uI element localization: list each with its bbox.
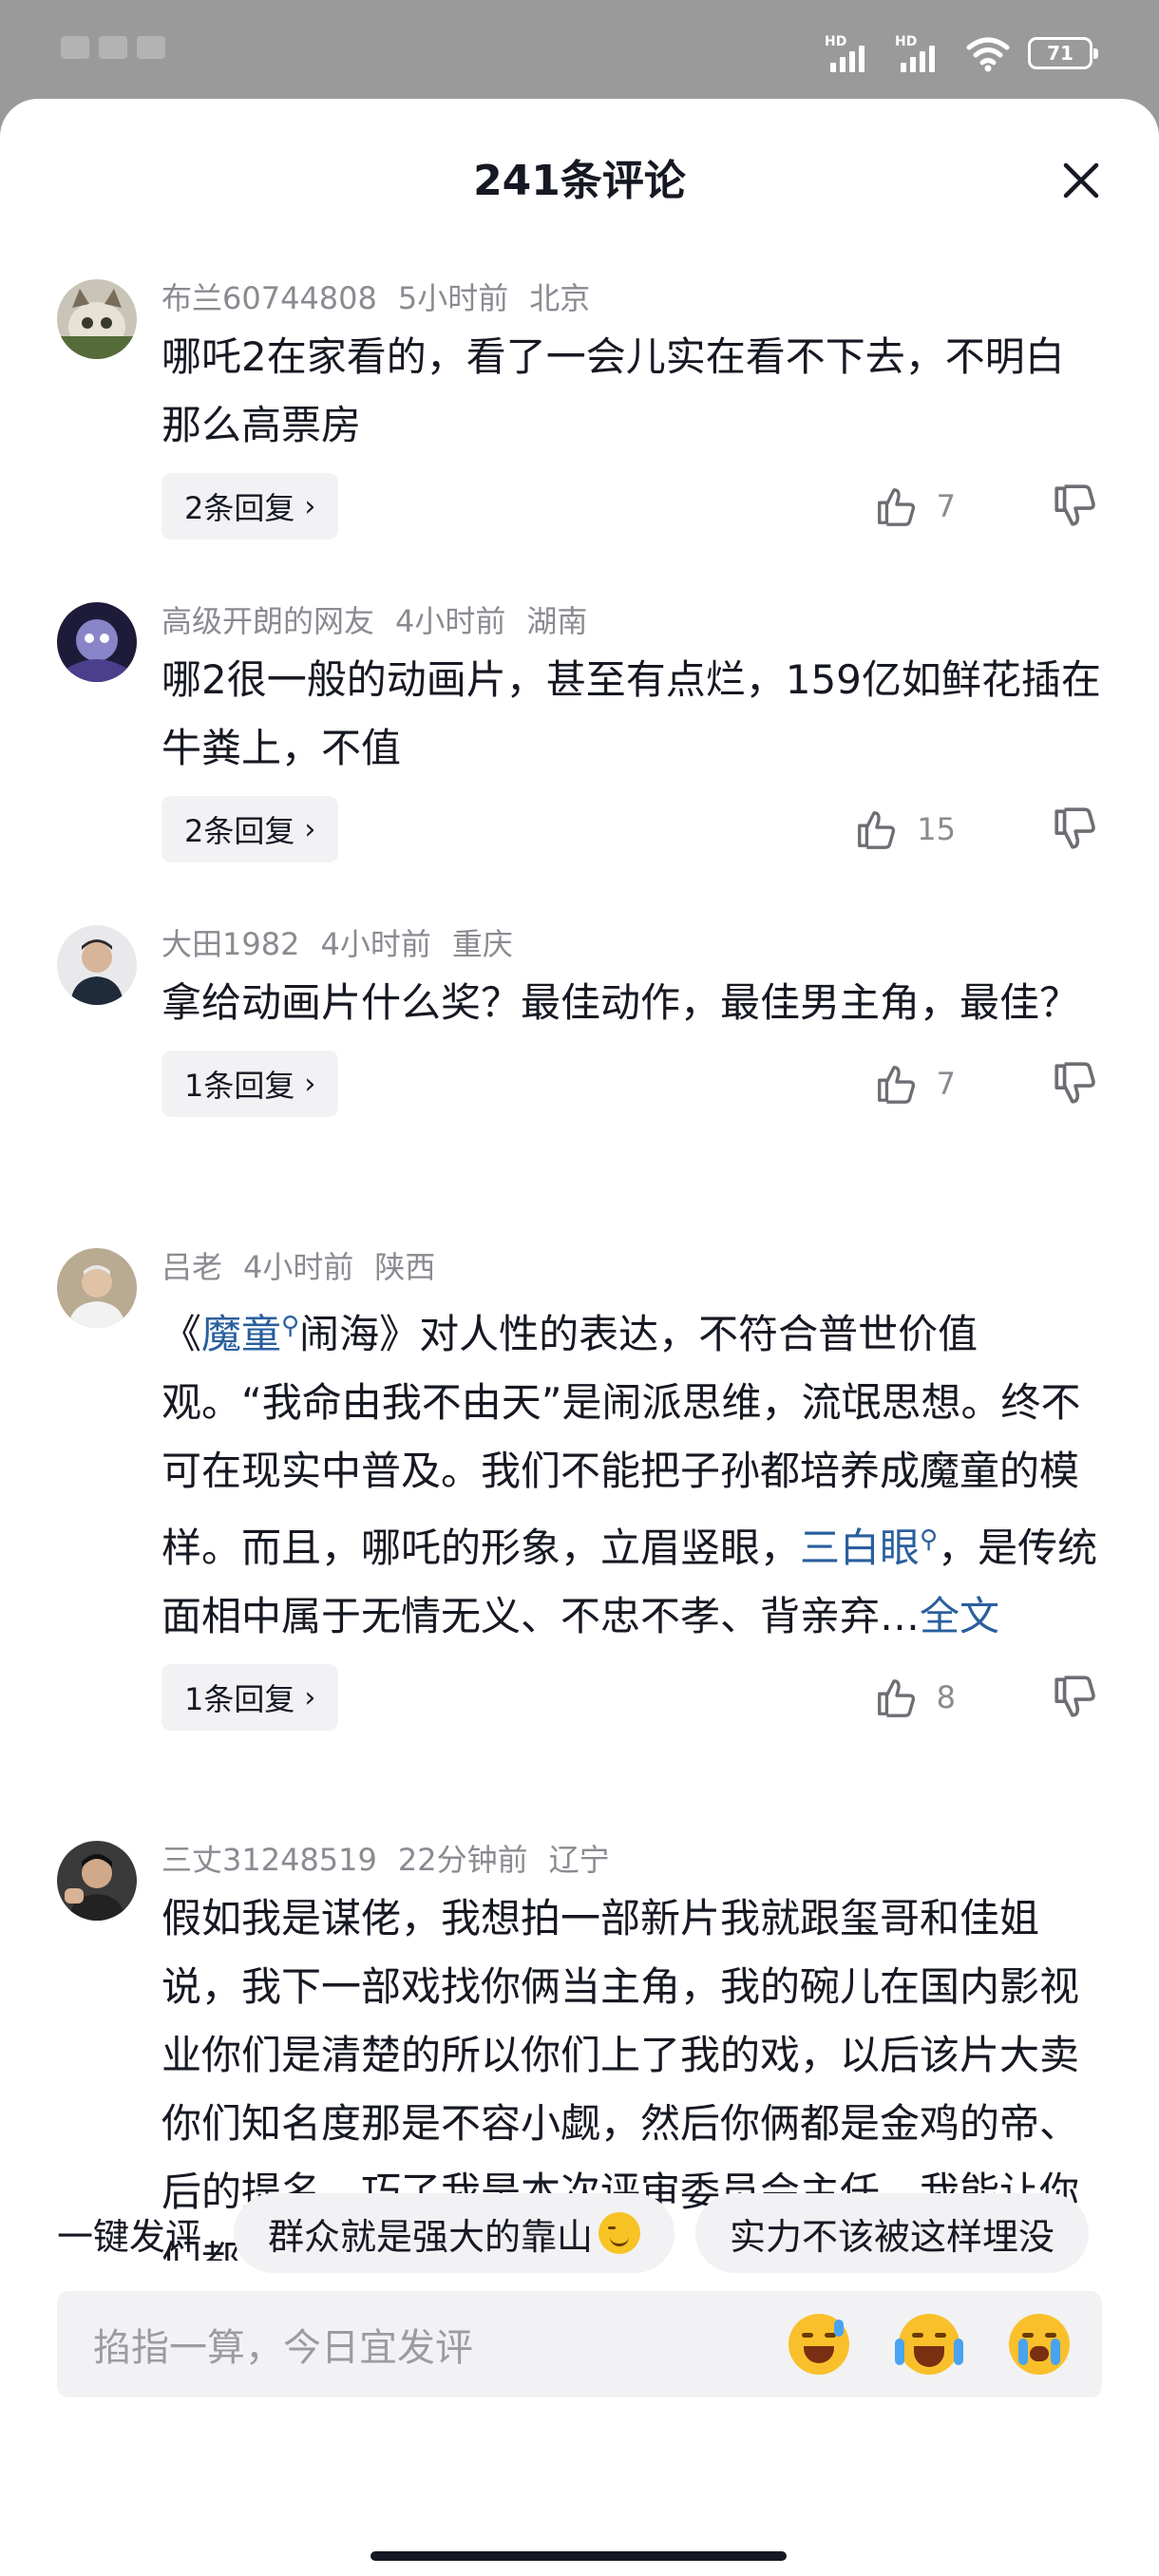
comment-text[interactable]: 《魔童⚲闹海》对人性的表达，不符合普世价值观。“我命由我不由天”是闹派思维，流氓… bbox=[162, 1292, 1102, 1651]
like-count: 7 bbox=[936, 1066, 956, 1102]
close-icon[interactable] bbox=[1058, 158, 1104, 203]
comment-location: 北京 bbox=[529, 280, 591, 316]
replies-count: 1条回复 bbox=[184, 1068, 295, 1104]
battery-icon: 71 bbox=[1028, 37, 1098, 69]
thumbs-up-icon bbox=[877, 1066, 915, 1104]
comment-actions: 2条回复 › 15 bbox=[162, 796, 1102, 866]
comment-location: 辽宁 bbox=[548, 1842, 610, 1878]
status-bar: HD HD 71 bbox=[0, 0, 1159, 103]
replies-count: 1条回复 bbox=[184, 1681, 295, 1717]
wink-emoji-icon bbox=[598, 2212, 641, 2254]
like-count: 15 bbox=[917, 811, 956, 847]
thumbs-down-icon[interactable] bbox=[1051, 1674, 1098, 1721]
comment-time: 5小时前 bbox=[397, 280, 509, 316]
view-replies-button[interactable]: 1条回复 › bbox=[162, 1664, 339, 1731]
avatar[interactable] bbox=[57, 602, 137, 682]
like-button[interactable]: 8 bbox=[874, 1674, 956, 1721]
replies-count: 2条回复 bbox=[184, 490, 295, 526]
quick-reply-chip-text: 实力不该被这样埋没 bbox=[730, 2215, 1055, 2258]
quick-reply-bar: 一键发评 群众就是强大的靠山 实力不该被这样埋没 bbox=[0, 2181, 1159, 2285]
comment-meta: 布兰60744808 5小时前 北京 bbox=[162, 277, 1102, 319]
comment-item: 大田1982 4小时前 重庆 拿给动画片什么奖？最佳动作，最佳男主角，最佳？ 1条回… bbox=[0, 923, 1159, 1121]
comment-actions: 1条回复 › 7 bbox=[162, 1051, 1102, 1121]
quick-reply-chip-text: 群众就是强大的靠山 bbox=[268, 2215, 594, 2258]
quick-reply-chip[interactable]: 实力不该被这样埋没 bbox=[695, 2193, 1090, 2273]
signal-icon: HD bbox=[825, 34, 878, 72]
like-count: 8 bbox=[936, 1679, 956, 1715]
thumbs-up-icon bbox=[877, 488, 915, 526]
wifi-icon bbox=[966, 37, 1010, 72]
thumbs-down-icon[interactable] bbox=[1051, 483, 1098, 530]
comment-item: 布兰60744808 5小时前 北京 哪吒2在家看的，看了一会儿实在看不下去，不明白… bbox=[0, 277, 1159, 543]
search-link-modong[interactable]: 魔童 bbox=[201, 1311, 281, 1357]
thumbs-up-icon bbox=[858, 811, 896, 849]
signal-icon: HD bbox=[895, 34, 948, 72]
comment-time: 22分钟前 bbox=[397, 1842, 528, 1878]
comments-count-title: 241条评论 bbox=[473, 157, 686, 205]
avatar[interactable] bbox=[57, 1248, 137, 1328]
battery-level: 71 bbox=[1047, 42, 1074, 65]
avatar[interactable] bbox=[57, 1841, 137, 1921]
laughing-crying-emoji-icon[interactable] bbox=[895, 2314, 963, 2375]
status-notification-icons bbox=[61, 28, 213, 66]
comment-meta: 三丈31248519 22分钟前 辽宁 bbox=[162, 1839, 1102, 1881]
avatar[interactable] bbox=[57, 279, 137, 359]
comment-time: 4小时前 bbox=[320, 926, 431, 962]
comment-username[interactable]: 三丈31248519 bbox=[162, 1842, 377, 1878]
comment-username[interactable]: 高级开朗的网友 bbox=[162, 603, 374, 639]
comment-location: 湖南 bbox=[526, 603, 588, 639]
comment-time: 4小时前 bbox=[243, 1249, 354, 1285]
comment-list[interactable]: 布兰60744808 5小时前 北京 哪吒2在家看的，看了一会儿实在看不下去，不明白… bbox=[0, 255, 1159, 2261]
quick-reply-chip[interactable]: 群众就是强大的靠山 bbox=[234, 2193, 675, 2273]
comment-meta: 高级开朗的网友 4小时前 湖南 bbox=[162, 600, 1102, 642]
comment-text[interactable]: 拿给动画片什么奖？最佳动作，最佳男主角，最佳？ bbox=[162, 969, 1102, 1037]
comment-text[interactable]: 哪吒2在家看的，看了一会儿实在看不下去，不明白那么高票房 bbox=[162, 323, 1102, 460]
view-replies-button[interactable]: 2条回复 › bbox=[162, 473, 339, 540]
avatar[interactable] bbox=[57, 925, 137, 1005]
sheet-header: 241条评论 bbox=[0, 99, 1159, 255]
sweat-smile-emoji-icon[interactable] bbox=[788, 2314, 849, 2375]
comment-item: 高级开朗的网友 4小时前 湖南 哪2很一般的动画片，甚至有点烂，159亿如鲜花插在牛… bbox=[0, 600, 1159, 866]
comment-time: 4小时前 bbox=[395, 603, 506, 639]
comment-username[interactable]: 大田1982 bbox=[162, 926, 299, 962]
like-button[interactable]: 7 bbox=[874, 1060, 956, 1108]
view-replies-button[interactable]: 1条回复 › bbox=[162, 1051, 339, 1117]
chevron-right-icon: › bbox=[304, 1067, 316, 1101]
thumbs-down-icon[interactable] bbox=[1051, 1060, 1098, 1108]
comment-text[interactable]: 哪2很一般的动画片，甚至有点烂，159亿如鲜花插在牛粪上，不值 bbox=[162, 646, 1102, 783]
thumbs-down-icon[interactable] bbox=[1051, 805, 1098, 853]
comment-username[interactable]: 吕老 bbox=[162, 1249, 222, 1285]
search-icon: ⚲ bbox=[920, 1525, 939, 1554]
like-button[interactable]: 15 bbox=[854, 805, 956, 853]
comment-text-part: 《 bbox=[162, 1311, 202, 1357]
chevron-right-icon: › bbox=[304, 1680, 316, 1714]
thumbs-up-icon bbox=[877, 1679, 915, 1717]
like-count: 7 bbox=[936, 488, 956, 524]
home-indicator[interactable] bbox=[370, 2551, 787, 2561]
comments-sheet: 241条评论 布兰60744808 5小时前 北京 哪吒2在家看的，看了一会儿实在看… bbox=[0, 99, 1159, 2576]
comment-location: 陕西 bbox=[374, 1249, 436, 1285]
search-icon: ⚲ bbox=[281, 1312, 300, 1340]
expand-full-text-link[interactable]: 全文 bbox=[920, 1593, 999, 1639]
like-button[interactable]: 7 bbox=[874, 483, 956, 530]
comment-actions: 2条回复 › 7 bbox=[162, 473, 1102, 543]
chevron-right-icon: › bbox=[304, 812, 316, 846]
comment-input[interactable]: 掐指一算，今日宜发评 bbox=[57, 2291, 1102, 2397]
comment-location: 重庆 bbox=[451, 926, 513, 962]
loudly-crying-emoji-icon[interactable] bbox=[1009, 2314, 1070, 2375]
view-replies-button[interactable]: 2条回复 › bbox=[162, 796, 339, 862]
replies-count: 2条回复 bbox=[184, 813, 295, 849]
comment-input-placeholder[interactable]: 掐指一算，今日宜发评 bbox=[93, 2317, 788, 2372]
comment-item: 吕老 4小时前 陕西 《魔童⚲闹海》对人性的表达，不符合普世价值观。“我命由我不由天… bbox=[0, 1246, 1159, 1734]
comment-meta: 吕老 4小时前 陕西 bbox=[162, 1246, 1102, 1288]
comment-meta: 大田1982 4小时前 重庆 bbox=[162, 923, 1102, 965]
search-link-sanbaiyan[interactable]: 三白眼 bbox=[800, 1525, 920, 1571]
comment-actions: 1条回复 › 8 bbox=[162, 1664, 1102, 1734]
comment-username[interactable]: 布兰60744808 bbox=[162, 280, 377, 316]
chevron-right-icon: › bbox=[304, 489, 316, 523]
quick-reply-label: 一键发评 bbox=[57, 2215, 202, 2258]
